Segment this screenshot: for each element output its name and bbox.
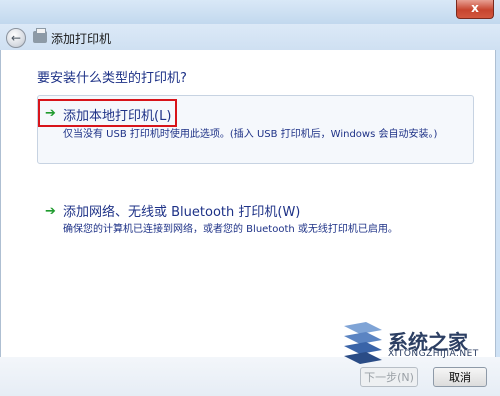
title-bar: x [0,0,500,24]
wizard-footer: 下一步(N) 取消 [0,357,500,396]
close-button[interactable]: x [456,0,494,19]
option-network-printer-description: 确保您的计算机已连接到网络，或者您的 Bluetooth 或无线打印机已启用。 [63,224,398,235]
printer-icon [33,28,47,43]
cancel-button[interactable]: 取消 [433,367,487,387]
green-arrow-icon: ➔ [45,106,56,121]
wizard-content: 要安装什么类型的打印机? ➔ 添加本地打印机(L) 仅当没有 USB 打印机时使… [0,50,496,357]
wizard-header: ← 添加打印机 [0,24,500,50]
watermark-logo-icon [344,322,382,364]
back-arrow-icon: ← [10,31,22,45]
page-question: 要安装什么类型的打印机? [37,71,187,86]
wizard-title: 添加打印机 [51,32,112,46]
next-button[interactable]: 下一步(N) [360,367,418,387]
back-button[interactable]: ← [6,28,26,48]
watermark-url: XITONGZHIJIA.NET [388,349,479,359]
green-arrow-icon: ➔ [45,204,56,219]
option-network-printer-title[interactable]: 添加网络、无线或 Bluetooth 打印机(W) [63,201,300,220]
option-local-printer-title[interactable]: 添加本地打印机(L) [63,105,171,124]
option-local-printer-description: 仅当没有 USB 打印机时使用此选项。(插入 USB 打印机后，Windows … [63,129,438,140]
